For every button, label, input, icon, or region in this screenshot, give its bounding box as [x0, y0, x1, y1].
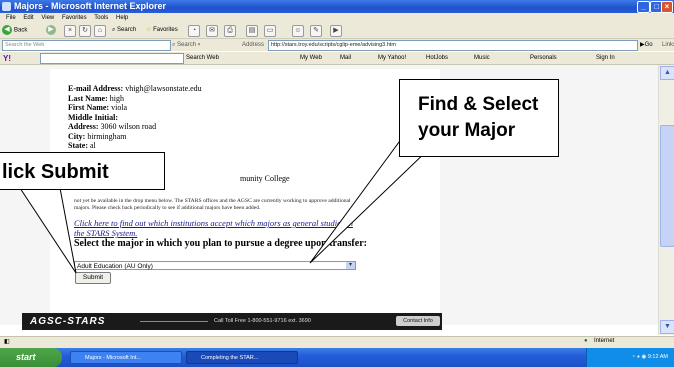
search-web-button[interactable]: ⌕ Search ▾ [172, 41, 200, 50]
status-bar: ◧ ● Internet [0, 336, 674, 348]
address-label: Address [242, 42, 265, 48]
my-web-button[interactable]: My Web [300, 54, 322, 63]
clock: 9:12 AM [647, 354, 668, 360]
sign-in-link[interactable]: Sign In [596, 54, 615, 63]
stop-icon: × [64, 25, 76, 37]
music-link[interactable]: Music [474, 54, 490, 63]
scroll-down-icon[interactable]: ▼ [660, 320, 674, 334]
media-icon: ▶ [330, 25, 342, 37]
address-bar: Search the Web ⌕ Search ▾ Address http:/… [0, 39, 674, 51]
menu-edit[interactable]: Edit [23, 13, 33, 23]
forward-arrow-icon: ▶ [46, 25, 56, 35]
personals-link[interactable]: Personals [530, 54, 557, 63]
messenger-button[interactable]: ☺ [292, 25, 304, 37]
print-icon: ⎙ [224, 25, 236, 37]
find-major-callout: Find & Select your Major [399, 79, 559, 157]
start-button[interactable]: start [0, 348, 62, 367]
stop-button[interactable]: × [64, 25, 76, 37]
taskbar-item-majors[interactable]: Majors - Microsoft Int... [70, 351, 182, 364]
window-title: Majors - Microsoft Internet Explorer [14, 1, 167, 11]
agsc-stars-logo: AGSC-STARS [30, 316, 106, 327]
yahoo-logo[interactable]: Y! [3, 54, 11, 63]
internet-zone-label: Internet [594, 338, 615, 344]
research-button[interactable]: ✎ [310, 25, 322, 37]
menu-view[interactable]: View [41, 13, 54, 23]
history-button[interactable]: ◔ [188, 25, 200, 37]
home-icon: ⌂ [94, 25, 106, 37]
submit-callout: lick Submit [0, 152, 165, 190]
favorites-button[interactable]: ☆ Favorites [146, 25, 178, 36]
address-input[interactable]: http://stars.troy.edu/scripts/cglip-eme/… [268, 40, 638, 51]
search-button[interactable]: ⌕ Search [112, 25, 136, 36]
search-web-input[interactable]: Search the Web [2, 40, 171, 51]
menu-tools[interactable]: Tools [94, 13, 108, 23]
edit-icon: ▤ [246, 25, 258, 37]
edit-button[interactable]: ▤ [246, 25, 258, 37]
media-button[interactable]: ▶ [330, 25, 342, 37]
links-label[interactable]: Links [662, 41, 674, 50]
mail-button[interactable]: ✉ [206, 25, 218, 37]
menu-favorites[interactable]: Favorites [62, 13, 87, 23]
taskbar-item-completing[interactable]: Completing the STAR... [186, 351, 298, 364]
my-yahoo-link[interactable]: My Yahoo! [378, 54, 406, 63]
windows-taskbar: start Majors - Microsoft Int... Completi… [0, 348, 674, 367]
first-name-value: viola [111, 103, 128, 112]
internet-zone-icon: ● [584, 338, 588, 344]
submit-callout-tail [19, 187, 77, 274]
footer-band: AGSC-STARS Call Toll Free 1-800-551-9716… [22, 313, 442, 330]
email-value: vhigh@lawsonstate.edu [125, 84, 202, 93]
system-tray: ◔ ◕ ◉ 9:12 AM [586, 348, 674, 367]
history-icon: ◔ [188, 25, 200, 37]
research-icon: ✎ [310, 25, 322, 37]
yahoo-search-web-button[interactable]: Search Web [186, 54, 219, 63]
home-button[interactable]: ⌂ [94, 25, 106, 37]
standard-toolbar: ◀ Back ▶ × ↻ ⌂ ⌕ Search ☆ Favorites ◔ ✉ ⎙… [0, 23, 674, 39]
tray-icons: ◔ ◕ ◉ [631, 354, 648, 360]
close-button[interactable]: × [661, 1, 673, 13]
page-done-icon: ◧ [4, 339, 10, 345]
mail-link[interactable]: Mail [340, 54, 351, 63]
refresh-icon: ↻ [79, 25, 91, 37]
print-button[interactable]: ⎙ [224, 25, 236, 37]
contact-info-button[interactable]: Contact Info [396, 316, 440, 326]
hotjobs-link[interactable]: HotJobs [426, 54, 448, 63]
ie-icon [2, 2, 11, 11]
footer-divider [140, 321, 208, 322]
discuss-button[interactable]: ▭ [264, 25, 276, 37]
scroll-thumb[interactable] [660, 125, 674, 247]
star-icon: ☆ [146, 27, 152, 33]
menu-file[interactable]: File [6, 13, 16, 23]
mail-icon: ✉ [206, 25, 218, 37]
scroll-up-icon[interactable]: ▲ [660, 66, 674, 80]
footer-phone: Call Toll Free 1-800-551-9716 ext. 3690 [214, 318, 311, 324]
window-title-bar: Majors - Microsoft Internet Explorer _ □… [0, 0, 674, 13]
refresh-button[interactable]: ↻ [79, 25, 91, 37]
minimize-button[interactable]: _ [637, 1, 650, 13]
last-name-value: high [109, 93, 125, 103]
go-button[interactable]: ▶Go [640, 41, 653, 50]
menu-help[interactable]: Help [116, 13, 128, 23]
vertical-scrollbar[interactable]: ▲ ▼ [658, 65, 674, 335]
menu-bar: File Edit View Favorites Tools Help [0, 13, 674, 23]
forward-button[interactable]: ▶ [46, 25, 58, 36]
messenger-icon: ☺ [292, 25, 304, 37]
college-name: munity College [240, 174, 290, 183]
back-arrow-icon: ◀ [2, 25, 12, 35]
discuss-icon: ▭ [264, 25, 276, 37]
address-value: 3060 wilson road [100, 122, 157, 131]
search-icon: ⌕ [112, 27, 116, 33]
yahoo-toolbar: Y! Search Web My Web Mail My Yahoo! HotJ… [0, 52, 674, 65]
yahoo-search-input[interactable] [40, 53, 184, 64]
back-button[interactable]: ◀ Back [2, 25, 27, 36]
